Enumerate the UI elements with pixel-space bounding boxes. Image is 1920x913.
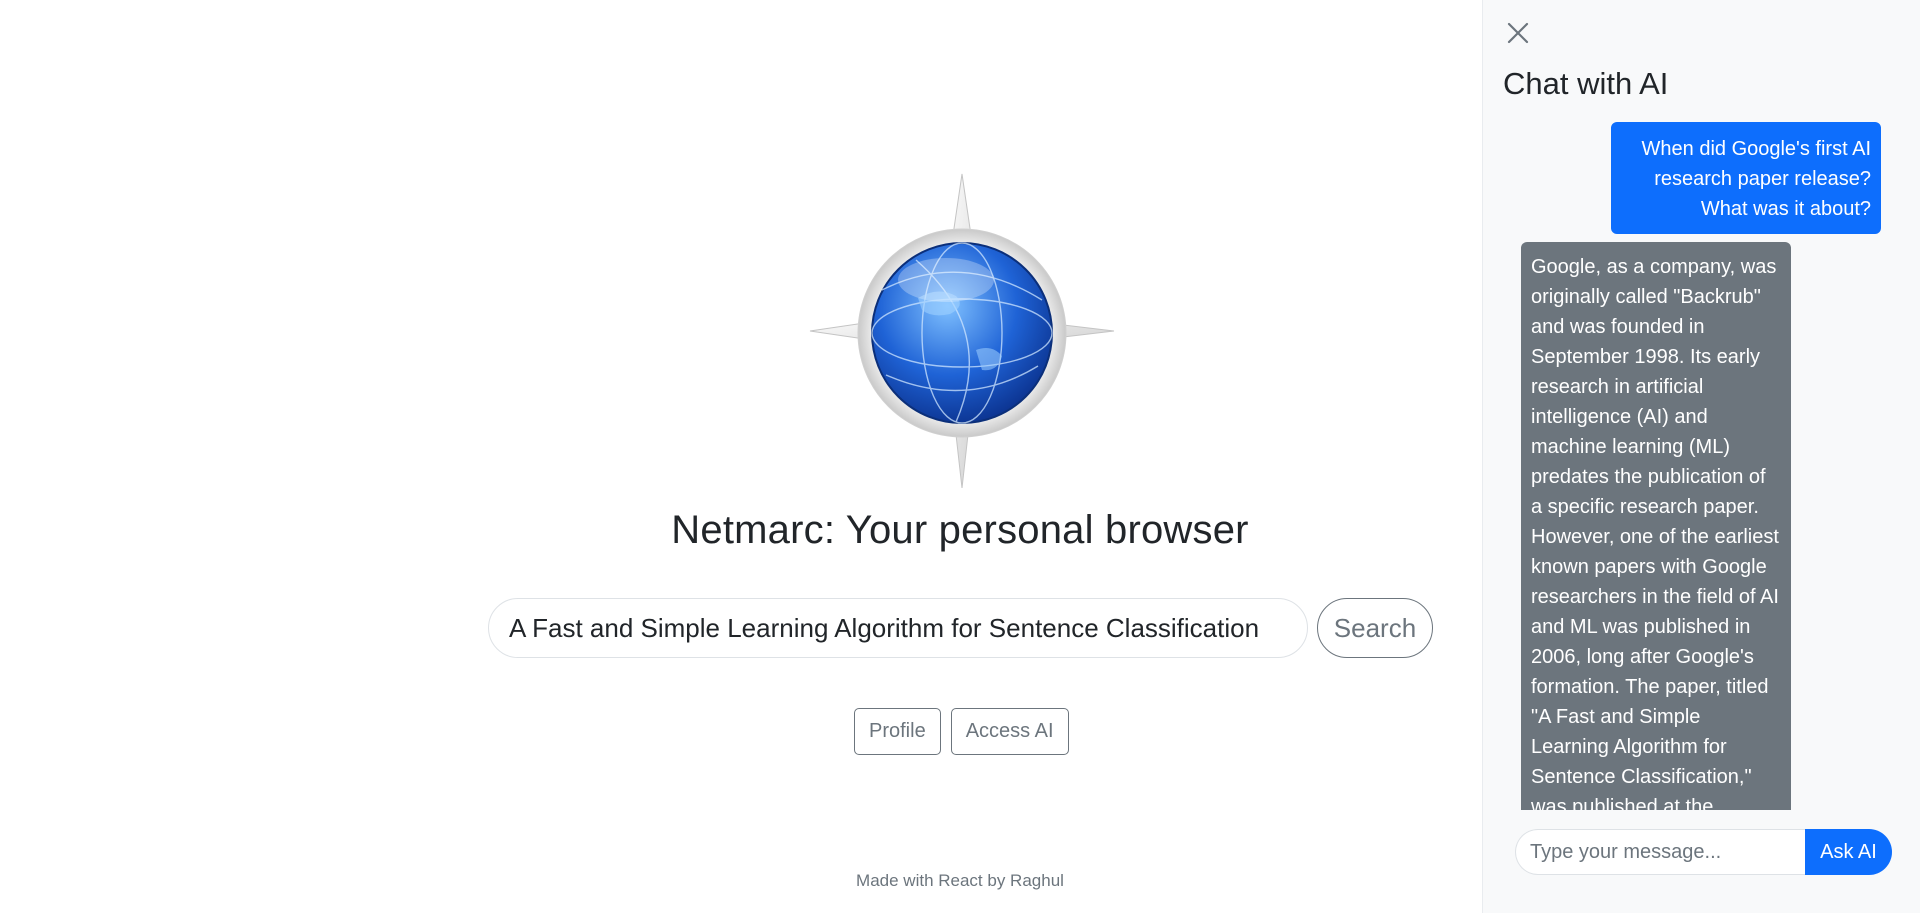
close-chat-button[interactable] bbox=[1503, 18, 1533, 48]
search-input[interactable] bbox=[488, 598, 1308, 658]
message-input[interactable] bbox=[1515, 829, 1805, 875]
ask-ai-button[interactable]: Ask AI bbox=[1805, 829, 1892, 875]
user-message: When did Google's first AI research pape… bbox=[1611, 122, 1881, 234]
compass-globe-icon bbox=[809, 173, 1115, 489]
main-area: Netmarc: Your personal browser Search Pr… bbox=[0, 0, 1482, 913]
profile-button[interactable]: Profile bbox=[854, 708, 941, 755]
chat-messages[interactable]: When did Google's first AI research pape… bbox=[1483, 120, 1920, 810]
action-buttons: Profile Access AI bbox=[854, 708, 1069, 755]
ai-message: Google, as a company, was originally cal… bbox=[1521, 242, 1791, 810]
close-icon bbox=[1507, 22, 1529, 44]
search-button[interactable]: Search bbox=[1317, 598, 1433, 658]
chat-panel: Chat with AI When did Google's first AI … bbox=[1482, 0, 1920, 913]
page: Netmarc: Your personal browser Search Pr… bbox=[0, 0, 1920, 913]
chat-title: Chat with AI bbox=[1503, 66, 1669, 101]
access-ai-button[interactable]: Access AI bbox=[950, 708, 1069, 755]
